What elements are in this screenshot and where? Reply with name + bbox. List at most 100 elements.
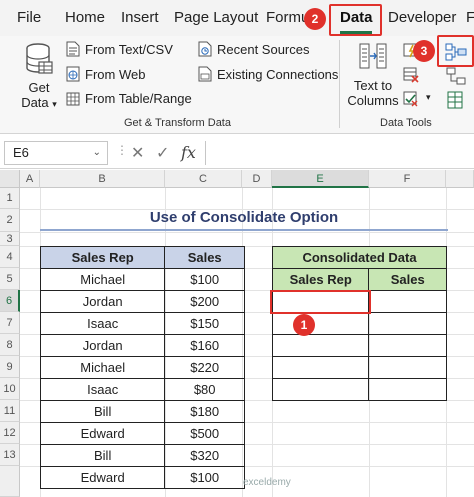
- cell-f9[interactable]: [368, 356, 447, 379]
- cell-sales-rep[interactable]: Bill: [39, 400, 166, 423]
- cell-sales-rep[interactable]: Edward: [39, 422, 166, 445]
- data-validation-icon: [403, 91, 418, 107]
- table-header-row: Sales Rep Sales: [39, 246, 245, 269]
- cell-sales[interactable]: $160: [164, 334, 245, 357]
- header-sales[interactable]: Sales: [164, 246, 245, 269]
- cell-f10[interactable]: [368, 378, 447, 401]
- col-header-f[interactable]: F: [369, 170, 446, 188]
- cell-sales[interactable]: $80: [164, 378, 245, 401]
- header-sales-rep[interactable]: Sales Rep: [271, 268, 370, 291]
- header-sales-rep[interactable]: Sales Rep: [39, 246, 166, 269]
- remove-duplicates-button[interactable]: [402, 66, 420, 84]
- cell-e8[interactable]: [271, 334, 370, 357]
- text-to-columns-button[interactable]: Text to Columns: [346, 42, 400, 110]
- cell-sales-rep[interactable]: Isaac: [39, 378, 166, 401]
- table-row: Bill $180: [39, 400, 245, 423]
- col-header-a[interactable]: A: [20, 170, 40, 188]
- consolidated-title[interactable]: Consolidated Data: [272, 246, 447, 269]
- cell-sales-rep[interactable]: Jordan: [39, 290, 166, 313]
- get-data-label: Get: [28, 80, 50, 95]
- cell-sales[interactable]: $180: [164, 400, 245, 423]
- row-header-3[interactable]: 3: [0, 232, 20, 246]
- row-header-1[interactable]: 1: [0, 188, 20, 209]
- col-header-c[interactable]: C: [165, 170, 242, 188]
- cell-sales-rep[interactable]: Jordan: [39, 334, 166, 357]
- header-sales[interactable]: Sales: [368, 268, 447, 291]
- name-box[interactable]: E6 ⌄: [4, 141, 108, 165]
- row-header-12[interactable]: 12: [0, 422, 20, 444]
- row-header-6[interactable]: 6: [0, 290, 20, 312]
- table-row: Jordan $200: [39, 290, 245, 313]
- manage-data-model-button[interactable]: [445, 90, 467, 110]
- data-model-icon: [447, 91, 463, 109]
- cell-sales[interactable]: $500: [164, 422, 245, 445]
- row-header-14[interactable]: [0, 466, 20, 497]
- formula-input[interactable]: [205, 141, 474, 165]
- step-badge-2: 2: [304, 8, 326, 30]
- cell-f8[interactable]: [368, 334, 447, 357]
- insert-function-button[interactable]: fx: [181, 143, 196, 162]
- from-table-range-button[interactable]: From Table/Range: [66, 91, 192, 106]
- row-header-4[interactable]: 4: [0, 246, 20, 268]
- tab-formulas[interactable]: Formu: [266, 9, 309, 26]
- sheet-title: Use of Consolidate Option: [40, 205, 448, 231]
- cell-f6[interactable]: [368, 290, 447, 313]
- table-icon: [66, 92, 80, 105]
- from-web-button[interactable]: From Web: [66, 66, 145, 82]
- cell-sales-rep[interactable]: Michael: [39, 268, 166, 291]
- step-badge-1: 1: [293, 314, 315, 336]
- col-header-d[interactable]: D: [242, 170, 272, 188]
- cell-e10[interactable]: [271, 378, 370, 401]
- row-header-7[interactable]: 7: [0, 312, 20, 334]
- col-header-e[interactable]: E: [272, 170, 369, 188]
- relationships-button[interactable]: [445, 66, 467, 86]
- data-validation-button[interactable]: ▾: [402, 90, 436, 108]
- cell-sales[interactable]: $100: [164, 268, 245, 291]
- tab-insert[interactable]: Insert: [121, 9, 159, 26]
- cell-f7[interactable]: [368, 312, 447, 335]
- row-header-11[interactable]: 11: [0, 400, 20, 422]
- tab-developer[interactable]: Developer: [388, 9, 456, 26]
- tab-page-layout[interactable]: Page Layout: [174, 9, 258, 26]
- row-header-9[interactable]: 9: [0, 356, 20, 378]
- table-row: Jordan $160: [39, 334, 245, 357]
- cell-sales-rep[interactable]: Edward: [39, 466, 166, 489]
- row-header-13[interactable]: 13: [0, 444, 20, 466]
- cell-sales-rep[interactable]: Isaac: [39, 312, 166, 335]
- tab-file[interactable]: File: [17, 9, 41, 26]
- cell-sales-rep[interactable]: Bill: [39, 444, 166, 467]
- name-box-value: E6: [13, 145, 29, 160]
- connections-icon: [198, 66, 212, 82]
- get-transform-group-label: Get & Transform Data: [124, 117, 231, 129]
- existing-connections-button[interactable]: Existing Connections: [198, 66, 338, 82]
- cancel-icon[interactable]: ✕: [131, 143, 144, 163]
- get-data-button[interactable]: Get Data ▾: [16, 40, 62, 110]
- cell-sales[interactable]: $320: [164, 444, 245, 467]
- more-options-icon: ⋮: [116, 143, 128, 157]
- from-table-range-label: From Table/Range: [85, 91, 192, 106]
- cell-sales[interactable]: $200: [164, 290, 245, 313]
- cell-sales[interactable]: $150: [164, 312, 245, 335]
- cell-e7[interactable]: [271, 312, 370, 335]
- from-text-csv-button[interactable]: From Text/CSV: [66, 41, 173, 57]
- table-row: Isaac $80: [39, 378, 245, 401]
- recent-sources-button[interactable]: Recent Sources: [198, 41, 310, 57]
- cell-sales[interactable]: $100: [164, 466, 245, 489]
- text-to-columns-icon: [359, 43, 387, 69]
- cell-sales[interactable]: $220: [164, 356, 245, 379]
- group-separator: [339, 40, 340, 128]
- row-header-5[interactable]: 5: [0, 268, 20, 290]
- ribbon: Get Data ▾ From Text/CSV From Web From T…: [0, 36, 474, 134]
- enter-icon[interactable]: ✓: [156, 143, 169, 163]
- row-header-10[interactable]: 10: [0, 378, 20, 400]
- cell-e9[interactable]: [271, 356, 370, 379]
- col-header-g[interactable]: [446, 170, 474, 188]
- row-header-8[interactable]: 8: [0, 334, 20, 356]
- tab-overflow[interactable]: F: [466, 9, 474, 26]
- row-header-2[interactable]: 2: [0, 209, 20, 232]
- col-header-b[interactable]: B: [40, 170, 165, 188]
- cell-sales-rep[interactable]: Michael: [39, 356, 166, 379]
- select-all-corner[interactable]: [0, 170, 20, 188]
- text-to-label: Text to: [353, 78, 393, 93]
- tab-home[interactable]: Home: [65, 9, 105, 26]
